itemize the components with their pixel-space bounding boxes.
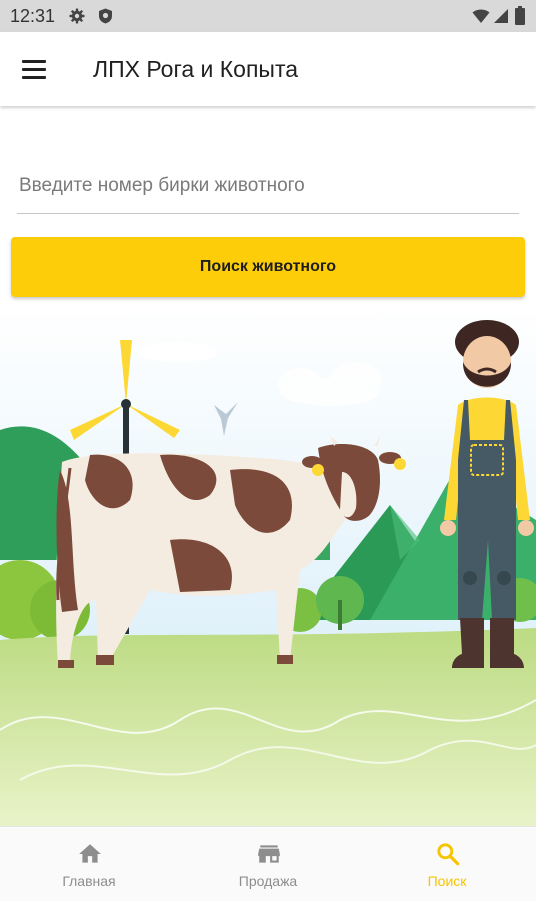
gear-icon	[69, 8, 85, 24]
battery-icon	[515, 6, 525, 25]
farm-illustration	[0, 306, 536, 826]
menu-icon	[22, 60, 46, 63]
nav-item-home[interactable]: Главная	[0, 827, 178, 901]
page-title: ЛПХ Рога и Копыта	[93, 56, 299, 82]
nav-item-search[interactable]: Поиск	[358, 827, 536, 901]
search-animal-button[interactable]: Поиск животного	[11, 237, 525, 297]
menu-icon-line	[22, 76, 46, 79]
nav-item-sales[interactable]: Продажа	[179, 827, 357, 901]
wifi-icon	[472, 9, 490, 23]
tag-number-input[interactable]	[17, 158, 519, 214]
status-time: 12:31	[10, 6, 56, 26]
menu-icon-line	[22, 68, 46, 71]
signal-icon	[494, 9, 508, 23]
search-icon	[437, 843, 460, 866]
bottom-navigation: Главная Продажа Поиск	[0, 826, 536, 901]
app-bar: ЛПХ Рога и Копыта	[0, 32, 536, 106]
nav-label-search: Поиск	[427, 873, 467, 889]
nav-label-home: Главная	[62, 873, 116, 889]
menu-button[interactable]	[14, 51, 54, 87]
nav-label-sales: Продажа	[238, 873, 298, 889]
status-bar: 12:31	[0, 0, 536, 32]
store-icon	[258, 845, 280, 863]
shield-icon	[99, 8, 112, 24]
home-icon	[79, 844, 101, 863]
